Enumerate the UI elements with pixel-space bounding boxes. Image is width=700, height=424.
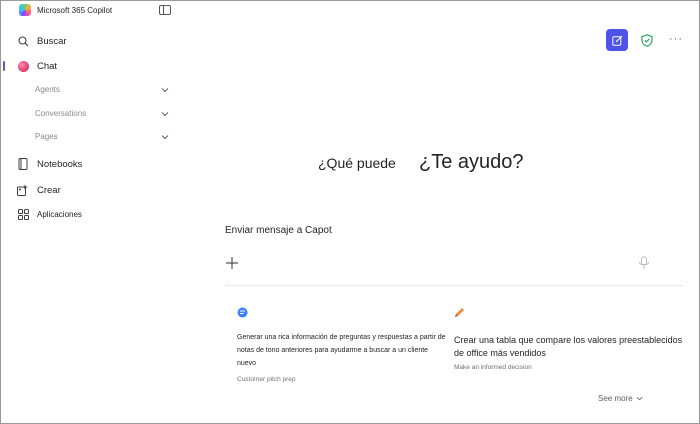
compose-icon (611, 35, 622, 46)
chevron-down-icon (161, 134, 169, 139)
notebook-icon (17, 158, 29, 170)
sidebar-item-apps[interactable]: Aplicaciones (17, 208, 82, 220)
sidebar: Microsoft 365 Copilot Buscar Chat Agents… (1, 1, 177, 423)
apps-grid-icon (17, 208, 29, 220)
more-options-button[interactable]: ··· (668, 31, 684, 47)
sidebar-sub-label: Conversations (35, 109, 87, 118)
microphone-icon[interactable] (638, 256, 650, 270)
sidebar-item-label: Crear (37, 184, 61, 196)
suggestion-tag: Customer pitch prep (237, 376, 296, 383)
sidebar-sub-label: Agents (35, 85, 60, 94)
message-input[interactable]: Enviar mensaje a Capot (225, 225, 332, 236)
sidebar-item-label: Buscar (37, 35, 67, 47)
app-title: Microsoft 365 Copilot (37, 5, 113, 15)
pencil-icon (455, 308, 464, 317)
sidebar-item-agents[interactable]: Agents (35, 85, 169, 94)
add-icon[interactable] (225, 256, 239, 270)
chevron-down-icon (636, 396, 642, 401)
see-more-button[interactable]: See more (598, 394, 643, 403)
suggestion-text: Generar una rica información de pregunta… (237, 334, 446, 367)
chat-icon (17, 60, 29, 72)
chat-bubble-icon (237, 307, 248, 318)
sidebar-item-conversations[interactable]: Conversations (35, 109, 169, 118)
greeting-partial: ¿Qué puede (318, 155, 396, 171)
sidebar-item-chat[interactable]: Chat (17, 60, 57, 72)
new-chat-button[interactable] (606, 29, 628, 51)
composer-divider (225, 285, 683, 286)
suggestion-text: Crear una tabla que compare los valores … (454, 335, 683, 358)
sidebar-item-pages[interactable]: Pages (35, 132, 169, 141)
create-icon (17, 184, 29, 196)
suggestion-card[interactable]: Crear una tabla que compare los valores … (454, 307, 690, 371)
sidebar-sub-label: Pages (35, 132, 58, 141)
protection-button[interactable] (639, 32, 655, 48)
chevron-down-icon (161, 87, 169, 92)
sidebar-toggle-icon[interactable] (159, 5, 171, 15)
search-icon (17, 35, 29, 47)
sidebar-item-notebooks[interactable]: Notebooks (17, 158, 82, 170)
shield-check-icon (641, 33, 653, 47)
chevron-down-icon (161, 111, 169, 116)
sidebar-item-search[interactable]: Buscar (17, 35, 67, 47)
sidebar-item-label: Chat (37, 60, 58, 72)
suggestion-card[interactable]: Generar una rica información de pregunta… (237, 307, 447, 383)
app-window: Microsoft 365 Copilot Buscar Chat Agents… (0, 0, 700, 424)
copilot-logo-icon (19, 4, 31, 16)
sidebar-item-create[interactable]: Crear (17, 184, 61, 196)
see-more-label: See more (598, 394, 633, 403)
active-indicator (3, 61, 5, 71)
sidebar-item-label: Notebooks (37, 158, 83, 170)
suggestion-tag: Make an informed decision (454, 364, 532, 371)
app-header: Microsoft 365 Copilot (19, 4, 112, 16)
greeting-title: ¿Te ayudo? (419, 151, 524, 173)
sidebar-item-label: Aplicaciones (37, 209, 82, 219)
